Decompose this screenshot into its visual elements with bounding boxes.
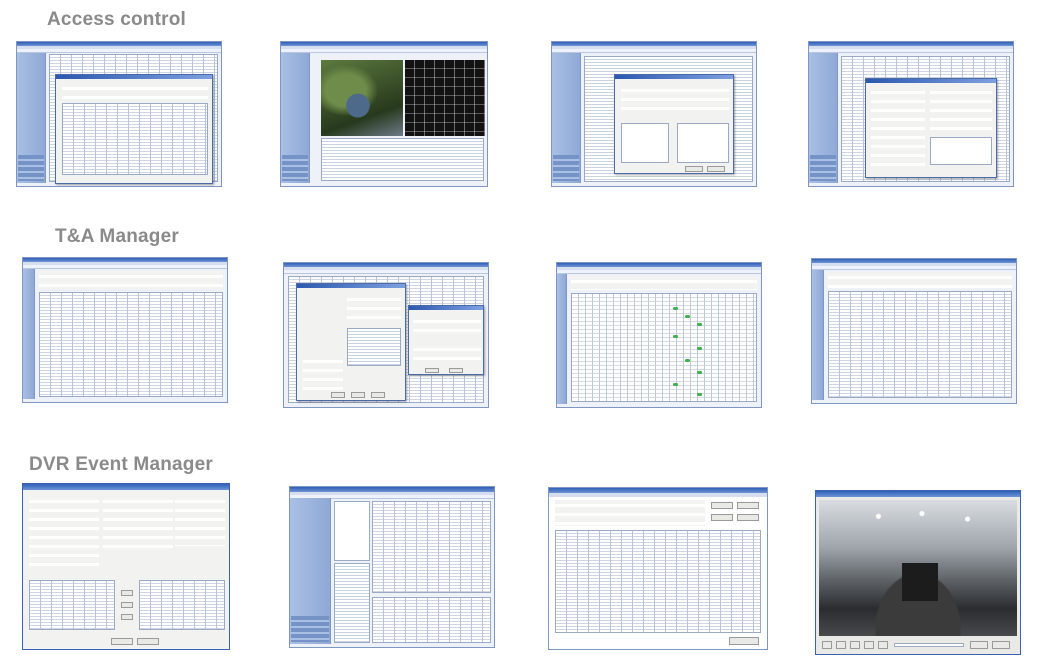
access-control-settings-dialog-thumbnail[interactable]	[551, 41, 757, 187]
export-button[interactable]	[711, 514, 733, 521]
available-events-list	[29, 580, 115, 630]
next-frame-button[interactable]	[878, 641, 888, 649]
filter-panel	[828, 272, 1012, 288]
schedule-dialog	[296, 283, 406, 401]
attendance-marker	[697, 323, 702, 326]
access-control-map-view-thumbnail[interactable]	[280, 41, 488, 187]
remove-button[interactable]	[121, 602, 133, 608]
selected-events-list	[139, 580, 225, 630]
dvr-event-search-window-thumbnail[interactable]	[548, 487, 768, 650]
event-list-panel	[372, 501, 491, 593]
building-3d-view	[321, 60, 403, 136]
attendance-marker	[685, 359, 690, 362]
section-title-access-control: Access control	[47, 9, 187, 30]
settings-dialog	[614, 74, 734, 174]
attendance-marker	[673, 307, 678, 310]
cancel-button[interactable]	[137, 638, 159, 645]
navigation-sidebar	[281, 53, 310, 183]
event-log-panel	[372, 597, 491, 643]
attendance-marker	[697, 347, 702, 350]
previous-frame-button[interactable]	[864, 641, 874, 649]
user-registration-dialog	[865, 78, 997, 178]
navigation-sidebar	[809, 53, 838, 183]
pause-button[interactable]	[836, 641, 846, 649]
camera-video-frame	[819, 500, 1017, 636]
stop-button[interactable]	[850, 641, 860, 649]
close-button[interactable]	[729, 637, 759, 645]
dvr-status-panel	[334, 563, 370, 643]
dvr-event-list-window-thumbnail[interactable]	[289, 486, 495, 648]
attendance-marker	[697, 393, 702, 396]
shift-settings-dialog	[408, 305, 484, 375]
search-button[interactable]	[711, 502, 733, 509]
toolbar	[17, 49, 221, 53]
playback-slider[interactable]	[894, 643, 964, 647]
report-table	[828, 291, 1012, 398]
navigation-sidebar	[290, 498, 331, 644]
navigation-sidebar	[552, 53, 581, 183]
save-clip-button[interactable]	[970, 641, 988, 649]
attendance-marker	[673, 335, 678, 338]
navigation-sidebar	[812, 270, 825, 400]
ta-manager-report-table-thumbnail[interactable]	[811, 258, 1017, 404]
records-table	[39, 292, 223, 397]
floor-plan-view	[405, 60, 485, 136]
navigation-sidebar	[17, 53, 46, 183]
navigation-sidebar	[557, 274, 568, 404]
access-control-user-dialog-thumbnail[interactable]	[808, 41, 1014, 187]
print-button[interactable]	[737, 514, 759, 521]
search-criteria-fields	[555, 500, 705, 526]
search-results-table	[555, 530, 761, 633]
attendance-grid	[571, 293, 757, 402]
navigation-sidebar	[23, 269, 36, 399]
access-control-event-list-thumbnail[interactable]	[16, 41, 222, 187]
event-detail-dialog	[55, 74, 213, 184]
ta-manager-records-table-thumbnail[interactable]	[22, 257, 228, 403]
dvr-event-config-window-thumbnail[interactable]	[22, 483, 230, 650]
network-settings-fields	[175, 496, 225, 546]
filter-panel	[571, 276, 757, 290]
dvr-tree-panel	[334, 501, 370, 561]
dvr-video-playback-window-thumbnail[interactable]	[815, 490, 1021, 655]
attendance-marker	[673, 383, 678, 386]
add-button[interactable]	[121, 590, 133, 596]
attendance-marker	[697, 371, 702, 374]
ta-manager-settings-dialogs-thumbnail[interactable]	[283, 262, 489, 408]
device-status-list	[321, 138, 484, 181]
reset-button[interactable]	[737, 502, 759, 509]
play-button[interactable]	[822, 641, 832, 649]
ta-manager-attendance-grid-thumbnail[interactable]	[556, 262, 762, 408]
close-player-button[interactable]	[992, 641, 1010, 649]
move-button[interactable]	[121, 614, 133, 620]
section-title-ta-manager: T&A Manager	[55, 226, 179, 247]
filter-panel	[39, 271, 223, 289]
attendance-marker	[685, 315, 690, 318]
device-settings-fields	[29, 496, 99, 572]
event-option-fields	[103, 496, 173, 552]
ok-button[interactable]	[111, 638, 133, 645]
section-title-dvr-event-manager: DVR Event Manager	[29, 454, 213, 475]
